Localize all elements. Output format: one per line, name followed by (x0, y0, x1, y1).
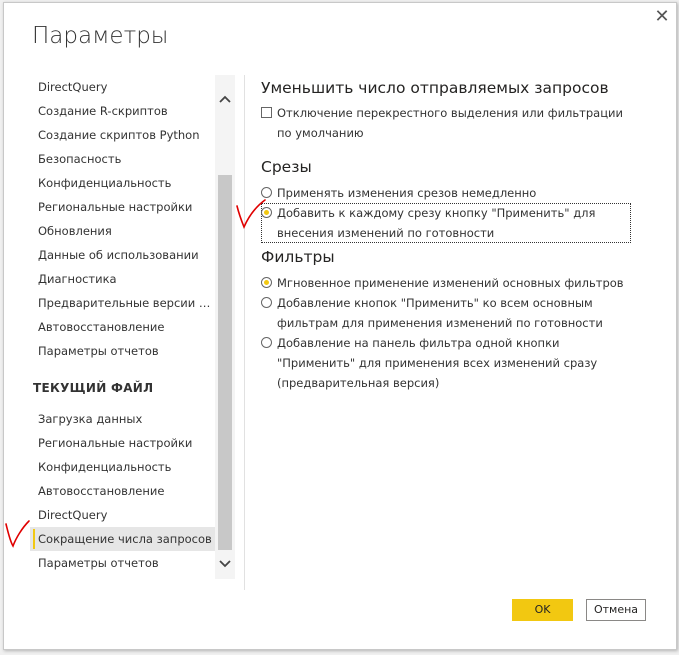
nav-item-report-settings[interactable]: Параметры отчетов (30, 339, 215, 363)
nav-item-updates[interactable]: Обновления (30, 219, 215, 243)
slicers-heading: Срезы (261, 158, 312, 176)
nav-item-file-regional-settings[interactable]: Региональные настройки (30, 431, 215, 455)
nav-item-file-privacy[interactable]: Конфиденциальность (30, 455, 215, 479)
reduce-queries-heading: Уменьшить число отправляемых запросов (261, 79, 609, 97)
radio-circle-selected[interactable] (261, 277, 272, 288)
nav-item-data-load[interactable]: Загрузка данных (30, 407, 215, 431)
checkbox-box[interactable] (261, 107, 272, 118)
nav-section-current-file: ТЕКУЩИЙ ФАЙЛ (33, 381, 154, 395)
nav-item-diagnostics[interactable]: Диагностика (30, 267, 215, 291)
slicer-apply-instantly-label: Применять изменения срезов немедленно (277, 186, 537, 200)
filter-apply-instantly-label: Мгновенное применение изменений основных… (277, 276, 624, 290)
close-icon[interactable]: ✕ (651, 6, 673, 28)
nav-item-file-autorecovery[interactable]: Автовосстановление (30, 479, 215, 503)
options-nav: DirectQuery Создание R-скриптов Создание… (30, 75, 215, 579)
filters-heading: Фильтры (261, 248, 335, 266)
nav-item-python-scripts[interactable]: Создание скриптов Python (30, 123, 215, 147)
disable-cross-highlight-label: Отключение перекрестного выделения или ф… (277, 106, 624, 140)
disable-cross-highlight-checkbox[interactable]: Отключение перекрестного выделения или ф… (261, 103, 631, 143)
filter-single-apply-radio[interactable]: Добавление на панель фильтра одной кнопк… (261, 333, 631, 393)
filter-apply-buttons-radio[interactable]: Добавление кнопок "Применить" ко всем ос… (261, 293, 631, 333)
scrollbar-thumb[interactable] (218, 175, 232, 550)
chevron-up-icon[interactable] (215, 89, 235, 109)
nav-item-directquery[interactable]: DirectQuery (30, 75, 215, 99)
dialog-title: Параметры (32, 23, 169, 49)
cancel-button[interactable]: Отмена (586, 599, 646, 621)
radio-circle-selected[interactable] (261, 207, 272, 218)
nav-item-preview-features[interactable]: Предварительные версии во... (30, 291, 215, 315)
nav-scrollbar[interactable] (215, 75, 235, 579)
radio-circle[interactable] (261, 187, 272, 198)
slicer-apply-button-label: Добавить к каждому срезу кнопку "Примени… (261, 203, 631, 243)
ok-button[interactable]: OK (512, 599, 573, 621)
slicer-apply-instantly-radio[interactable]: Применять изменения срезов немедленно (261, 183, 631, 203)
nav-item-r-scripts[interactable]: Создание R-скриптов (30, 99, 215, 123)
filter-apply-buttons-label: Добавление кнопок "Применить" ко всем ос… (277, 296, 603, 330)
nav-item-privacy[interactable]: Конфиденциальность (30, 171, 215, 195)
nav-item-query-reduction[interactable]: Сокращение числа запросов (30, 527, 215, 551)
radio-circle[interactable] (261, 297, 272, 308)
filter-apply-instantly-radio[interactable]: Мгновенное применение изменений основных… (261, 273, 631, 293)
slicer-apply-button-radio[interactable]: Добавить к каждому срезу кнопку "Примени… (261, 203, 631, 243)
nav-item-file-directquery[interactable]: DirectQuery (30, 503, 215, 527)
chevron-down-icon[interactable] (215, 554, 235, 574)
nav-item-autorecovery[interactable]: Автовосстановление (30, 315, 215, 339)
filter-single-apply-label: Добавление на панель фильтра одной кнопк… (277, 336, 598, 390)
nav-item-regional-settings[interactable]: Региональные настройки (30, 195, 215, 219)
pane-divider (244, 75, 245, 590)
nav-item-file-report-settings[interactable]: Параметры отчетов (30, 551, 215, 575)
nav-item-usage-data[interactable]: Данные об использовании (30, 243, 215, 267)
radio-circle[interactable] (261, 337, 272, 348)
nav-item-security[interactable]: Безопасность (30, 147, 215, 171)
options-dialog: ✕ Параметры DirectQuery Создание R-скрип… (3, 2, 677, 650)
